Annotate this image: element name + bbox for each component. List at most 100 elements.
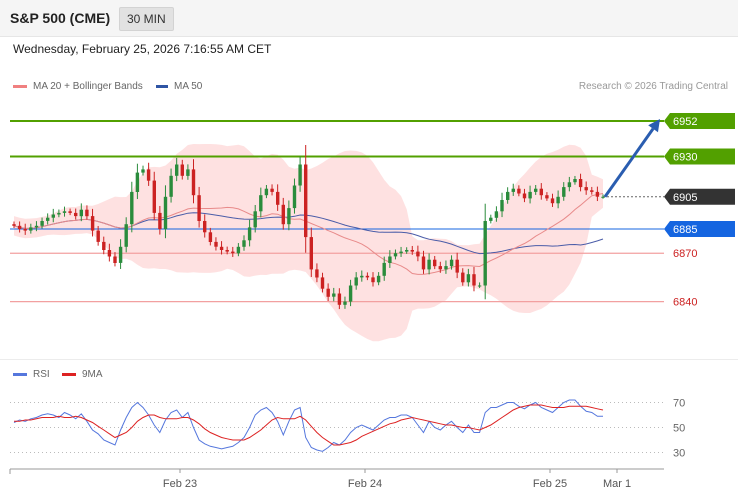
level-label-6870: 6870 — [673, 248, 697, 260]
x-tick-label: Feb 24 — [348, 478, 382, 490]
candle-body — [197, 195, 201, 221]
candle-body — [348, 285, 353, 302]
candle-body — [304, 164, 308, 238]
candle-body — [186, 169, 190, 176]
candle-body — [191, 169, 196, 196]
candle-body — [130, 191, 134, 225]
candle-body — [326, 288, 330, 297]
rsi-tick-70: 70 — [673, 398, 685, 410]
candle-body — [46, 217, 50, 221]
candle-body — [219, 246, 224, 250]
candle-body — [421, 256, 426, 270]
forecast-arrow-shaft — [603, 127, 655, 198]
candle-body — [281, 204, 285, 225]
candle-body — [180, 164, 184, 176]
candle-body — [517, 188, 521, 194]
candle-body — [489, 217, 493, 221]
candle-body — [264, 188, 269, 196]
candle-body — [107, 250, 112, 257]
candle-body — [276, 191, 280, 205]
candle-body — [494, 211, 499, 218]
candle-body — [416, 251, 420, 257]
candle-body — [309, 237, 313, 270]
candle-body — [225, 250, 229, 252]
candle-body — [292, 185, 297, 209]
candle-body — [483, 221, 487, 286]
candle-body — [29, 227, 33, 231]
candle-body — [124, 224, 128, 247]
x-tick-label: Feb 23 — [163, 478, 197, 490]
rsi-panel: 70 50 30 — [10, 398, 685, 460]
candle-body — [62, 211, 67, 213]
candle-body — [23, 229, 27, 231]
candle-body — [567, 182, 572, 188]
candle-body — [343, 301, 347, 305]
candle-body — [287, 208, 291, 225]
candle-body — [247, 227, 252, 241]
candle-body — [449, 259, 454, 267]
candle-body — [405, 250, 409, 252]
candle-body — [34, 225, 39, 228]
candle-body — [259, 195, 263, 212]
candle-body — [573, 179, 577, 183]
candle-body — [584, 187, 588, 191]
candle-body — [376, 275, 381, 283]
candle-body — [203, 221, 207, 233]
candle-body — [534, 188, 538, 192]
candle-body — [578, 179, 583, 188]
x-axis: Feb 23 Feb 24 Feb 25 Mar 1 — [9, 468, 664, 490]
candle-body — [365, 275, 370, 278]
candle-body — [175, 164, 179, 176]
candle-body — [17, 225, 22, 229]
chart-widget: S&P 500 (CME) 30 MIN Wednesday, February… — [0, 0, 738, 500]
chart-canvas: 695269306905688568706840 705030 Feb 23 Fe… — [9, 112, 735, 490]
candle-body — [163, 196, 168, 230]
candle-body — [236, 246, 241, 254]
candle-body — [410, 250, 414, 252]
candle-body — [382, 262, 386, 276]
candle-body — [51, 214, 55, 218]
candle-body — [79, 209, 83, 217]
x-tick-label: Feb 25 — [533, 478, 567, 490]
candle-body — [522, 193, 527, 199]
candle-body — [320, 277, 325, 289]
candle-body — [231, 251, 235, 254]
candle-body — [590, 190, 594, 192]
candle-body — [135, 172, 140, 192]
candle-body — [511, 188, 515, 192]
candle-body — [562, 187, 566, 197]
rsi-tick-50: 50 — [673, 423, 685, 435]
candle-body — [528, 191, 532, 199]
level-label-6840: 6840 — [673, 297, 697, 309]
candle-body — [506, 191, 510, 200]
candle-body — [57, 212, 61, 215]
candle-body — [332, 293, 336, 297]
candle — [304, 145, 308, 253]
candle-body — [96, 230, 100, 242]
candle-body — [539, 188, 543, 196]
level-label-6905: 6905 — [673, 192, 697, 204]
candle-body — [601, 196, 605, 198]
candle-body — [169, 175, 173, 197]
candle-body — [477, 285, 482, 287]
x-tick-label: Mar 1 — [603, 478, 631, 490]
candle-body — [438, 266, 442, 270]
candle-body — [427, 259, 431, 270]
candle-body — [354, 277, 358, 286]
forecast-arrow — [603, 118, 660, 198]
candle-body — [455, 259, 459, 273]
candle-body — [466, 274, 471, 283]
candle-body — [550, 198, 555, 204]
level-labels: 6952 6930 6905 6885 6870 6840 — [664, 112, 735, 309]
candle-body — [146, 169, 151, 181]
candle-body — [152, 180, 156, 213]
candle-body — [158, 212, 162, 229]
candle-body — [371, 277, 375, 283]
candle-body — [68, 211, 72, 213]
candle-body — [253, 211, 257, 228]
level-label-6930: 6930 — [673, 151, 697, 163]
candle — [489, 214, 493, 224]
candle-body — [270, 188, 274, 192]
candle-body — [595, 191, 600, 197]
candle-body — [113, 256, 117, 263]
